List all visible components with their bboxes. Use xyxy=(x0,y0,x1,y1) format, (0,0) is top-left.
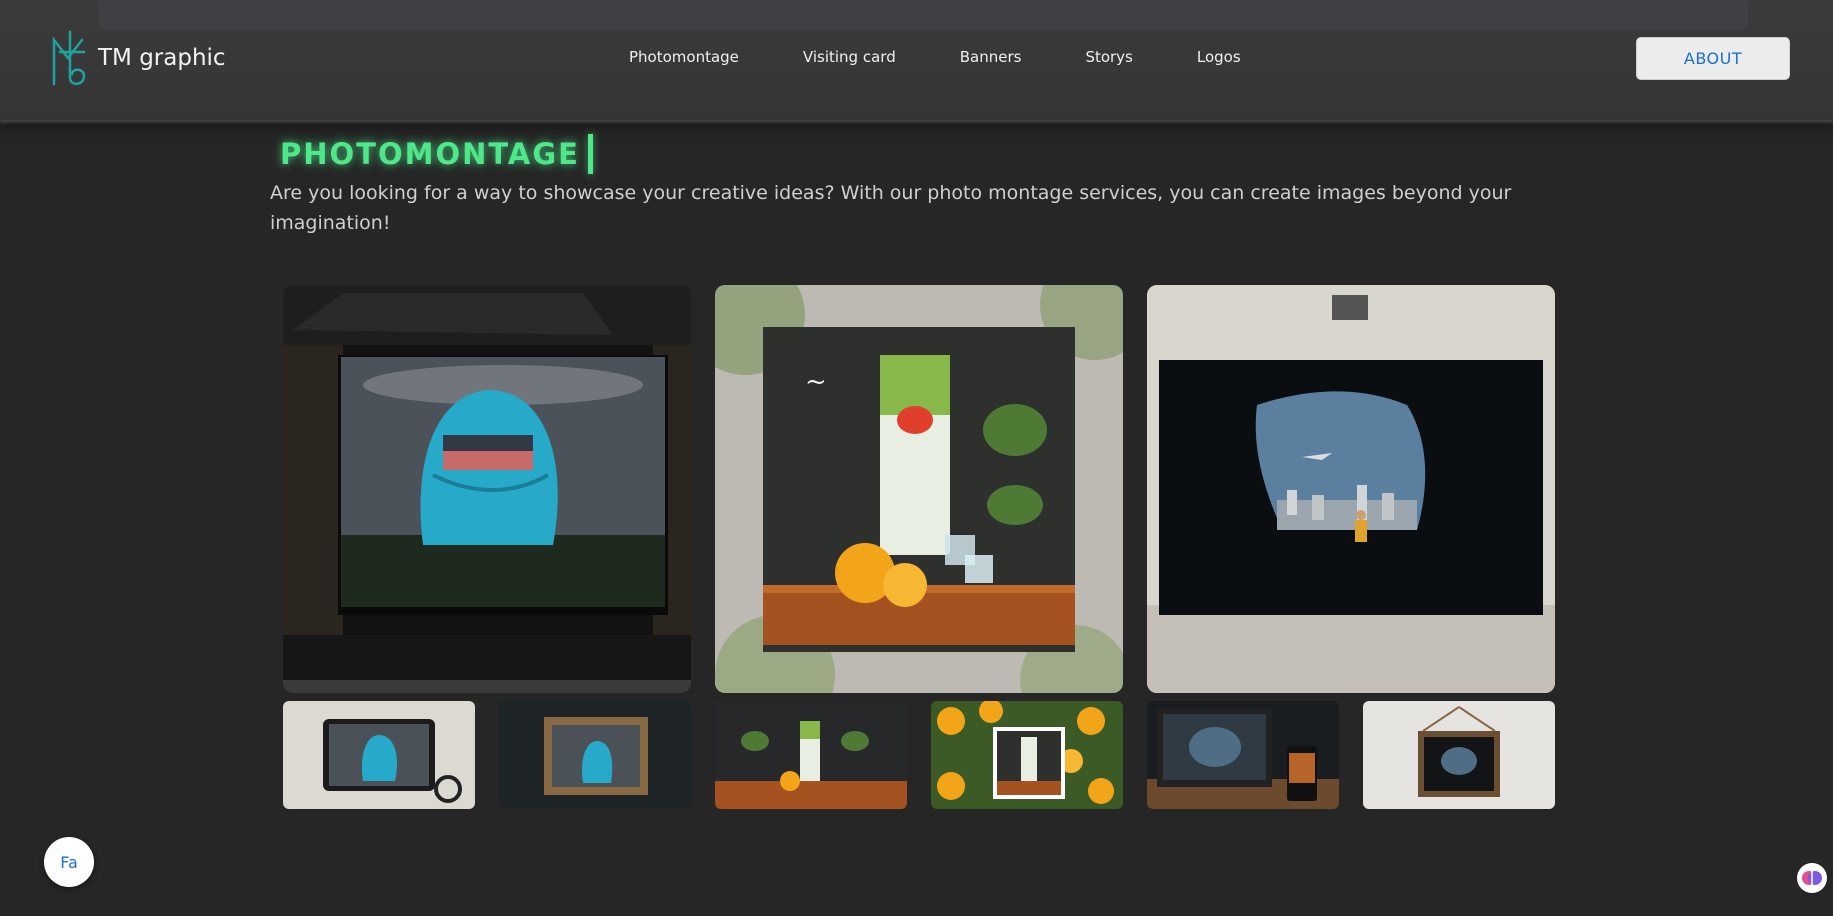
cave-city-image xyxy=(1147,285,1555,693)
gallery-thumb-3[interactable] xyxy=(715,701,907,809)
language-toggle-button[interactable]: Fa xyxy=(44,837,94,887)
brand-logo[interactable]: TM graphic xyxy=(50,30,226,86)
hanging-frame-thumb xyxy=(1363,701,1555,809)
gallery-main-image-1[interactable] xyxy=(283,285,691,693)
laptop-cave-thumb xyxy=(1147,701,1339,809)
brain-icon[interactable] xyxy=(1797,863,1827,893)
site-header: TM graphic Photomontage Visiting card Ba… xyxy=(0,0,1833,120)
nav-photomontage[interactable]: Photomontage xyxy=(629,48,739,66)
gallery-main-image-3[interactable] xyxy=(1147,285,1555,693)
svg-text:~: ~ xyxy=(805,367,827,397)
juice-oranges-thumb xyxy=(931,701,1123,809)
nav-logos[interactable]: Logos xyxy=(1197,48,1241,66)
section-title: PHOTOMONTAGE xyxy=(280,134,593,174)
typing-caret xyxy=(587,134,593,174)
gallery-thumb-1[interactable] xyxy=(283,701,475,809)
main-nav: Photomontage Visiting card Banners Story… xyxy=(629,48,1305,66)
gallery-main-image-2[interactable]: ~ xyxy=(715,285,1123,693)
section-intro: Are you looking for a way to showcase yo… xyxy=(270,182,1512,234)
juice-ad-image: ~ xyxy=(715,285,1123,693)
gallery-thumb-4[interactable] xyxy=(931,701,1123,809)
brain-icon-graphic xyxy=(1802,871,1822,885)
gallery-thumb-6[interactable] xyxy=(1363,701,1555,809)
nav-visiting-card[interactable]: Visiting card xyxy=(803,48,896,66)
section-title-text: PHOTOMONTAGE xyxy=(280,137,580,171)
framed-backpack-thumb xyxy=(499,701,691,809)
nav-storys[interactable]: Storys xyxy=(1085,48,1132,66)
gallery-thumb-2[interactable] xyxy=(499,701,691,809)
logo-icon xyxy=(52,30,86,86)
juice-wall-thumb xyxy=(715,701,907,809)
tablet-backpack-thumb xyxy=(283,701,475,809)
about-button[interactable]: ABOUT xyxy=(1636,37,1790,80)
backpack-shop-image xyxy=(283,285,691,693)
nav-banners[interactable]: Banners xyxy=(960,48,1022,66)
brand-name: TM graphic xyxy=(98,45,226,71)
gallery-thumb-5[interactable] xyxy=(1147,701,1339,809)
header-top-strip xyxy=(98,0,1748,30)
